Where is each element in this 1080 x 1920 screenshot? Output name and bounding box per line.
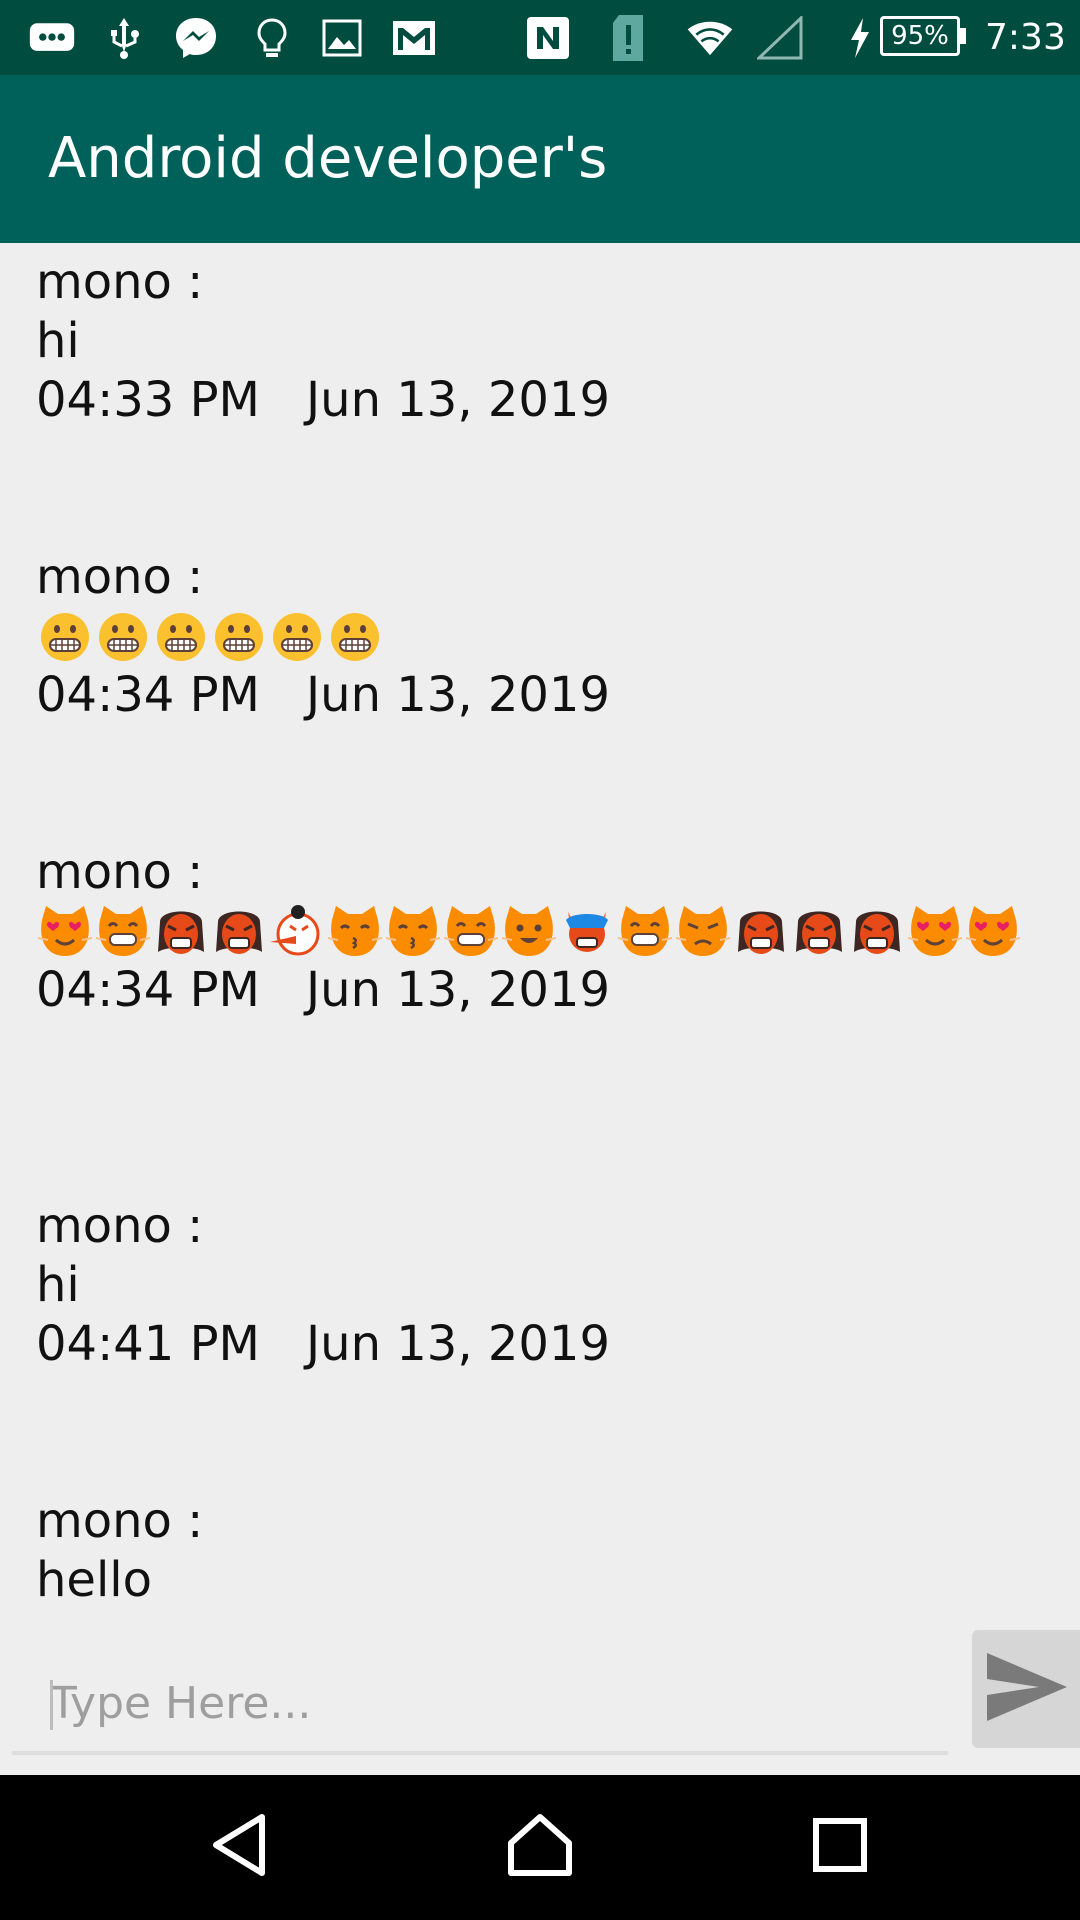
message-sender: mono : <box>36 844 204 900</box>
tengu-icon <box>268 902 326 961</box>
grimacing-face-icon <box>36 607 94 666</box>
ogre-icon <box>152 902 210 961</box>
message-item: mono : hi 04:33 PM Jun 13, 2019 <box>36 253 1056 430</box>
message-item: mono : hi 04:41 PM Jun 13, 2019 <box>36 1197 1056 1374</box>
messenger-icon <box>172 14 220 62</box>
grimacing-face-icon <box>210 607 268 666</box>
heart-eyes-cat-icon <box>964 902 1022 961</box>
wifi-icon <box>686 14 734 62</box>
cellular-signal-icon <box>756 14 804 62</box>
message-list[interactable]: mono : hi 04:33 PM Jun 13, 2019 mono : 0… <box>0 243 1080 1605</box>
pouting-cat-icon <box>674 902 732 961</box>
grimacing-face-icon <box>268 607 326 666</box>
send-icon <box>983 1649 1069 1729</box>
grinning-cat-icon <box>94 902 152 961</box>
grinning-cat-icon <box>616 902 674 961</box>
home-icon <box>507 1813 573 1881</box>
message-date: Jun 13, 2019 <box>306 372 611 428</box>
gmail-icon <box>390 14 438 62</box>
message-item: mono : 04:34 PM Jun 13, 2019 <box>36 548 1056 725</box>
message-date: Jun 13, 2019 <box>306 667 611 723</box>
sim-alert-icon <box>604 14 652 62</box>
status-bar: 95% 7:33 <box>0 0 1080 75</box>
image-icon <box>318 14 366 62</box>
message-time: 04:34 PM <box>36 962 260 1018</box>
message-item: mono : hello <box>36 1492 1056 1605</box>
message-sender: mono : <box>36 1198 204 1254</box>
message-item: mono : 04:34 PM Jun 13, 2019 <box>36 843 1056 1020</box>
message-time: 04:34 PM <box>36 667 260 723</box>
message-sender: mono : <box>36 254 204 310</box>
lightbulb-icon <box>248 14 296 62</box>
kissing-cat-icon <box>384 902 442 961</box>
back-icon <box>210 1813 270 1881</box>
compose-bar <box>0 1605 1080 1775</box>
chat-bubble-icon <box>28 14 76 62</box>
message-time: 04:41 PM <box>36 1316 260 1372</box>
ogre-icon <box>210 902 268 961</box>
recents-icon <box>812 1817 868 1877</box>
kissing-cat-icon <box>326 902 384 961</box>
ogre-icon <box>790 902 848 961</box>
charging-icon <box>840 14 880 62</box>
message-emoji-row <box>36 902 1046 961</box>
message-input[interactable] <box>12 1655 948 1755</box>
back-button[interactable] <box>200 1807 280 1887</box>
usb-icon <box>100 14 148 62</box>
app-bar: Android developer's <box>0 75 1080 243</box>
ogre-icon <box>848 902 906 961</box>
ogre-icon <box>732 902 790 961</box>
message-date: Jun 13, 2019 <box>306 1316 611 1372</box>
nfc-icon <box>524 14 572 62</box>
message-timestamp: 04:34 PM Jun 13, 2019 <box>36 666 1056 725</box>
message-timestamp: 04:41 PM Jun 13, 2019 <box>36 1315 1056 1374</box>
heart-eyes-cat-icon <box>36 902 94 961</box>
grimacing-face-icon <box>152 607 210 666</box>
grimacing-face-icon <box>326 607 384 666</box>
status-clock: 7:33 <box>985 17 1066 58</box>
message-timestamp: 04:33 PM Jun 13, 2019 <box>36 371 1056 430</box>
message-date: Jun 13, 2019 <box>306 962 611 1018</box>
text-cursor <box>50 1680 53 1730</box>
message-text: hello <box>36 1552 152 1605</box>
page-title: Android developer's <box>48 126 608 191</box>
grinning-cat-icon <box>442 902 500 961</box>
home-button[interactable] <box>500 1807 580 1887</box>
message-timestamp: 04:34 PM Jun 13, 2019 <box>36 961 1056 1020</box>
message-time: 04:33 PM <box>36 372 260 428</box>
smiley-cat-icon <box>500 902 558 961</box>
message-text: hi <box>36 1257 80 1313</box>
heart-eyes-cat-icon <box>906 902 964 961</box>
battery-indicator: 95% <box>880 16 960 56</box>
navigation-bar <box>0 1775 1080 1920</box>
message-text: hi <box>36 313 80 369</box>
recents-button[interactable] <box>800 1807 880 1887</box>
battery-terminal <box>960 28 966 44</box>
grimacing-face-icon <box>94 607 152 666</box>
ogre-devil-icon <box>558 902 616 961</box>
send-button[interactable] <box>972 1630 1080 1748</box>
message-sender: mono : <box>36 549 204 605</box>
message-emoji-row <box>36 607 1046 666</box>
chat-screen: 95% 7:33 Android developer's mono : hi 0… <box>0 0 1080 1920</box>
message-sender: mono : <box>36 1493 204 1549</box>
battery-percent: 95% <box>891 21 949 51</box>
